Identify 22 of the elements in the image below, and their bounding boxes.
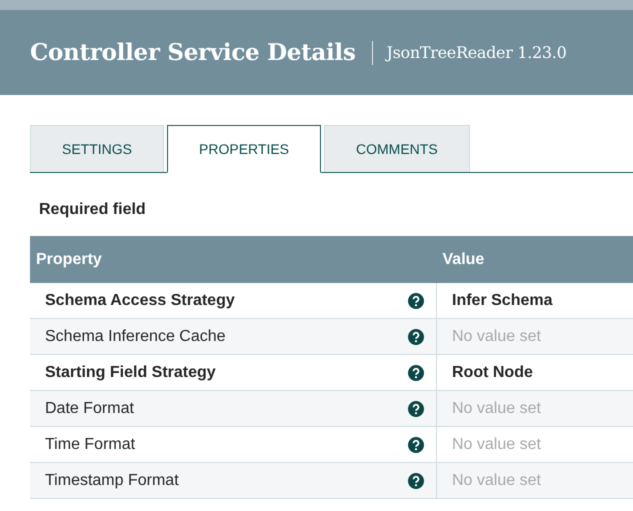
property-value[interactable]: Infer Schema xyxy=(452,292,552,308)
help-icon[interactable] xyxy=(408,364,424,380)
help-icon[interactable] xyxy=(408,292,424,308)
property-value[interactable]: Root Node xyxy=(452,364,533,380)
column-header: Property xyxy=(30,236,436,283)
property-name: Timestamp Format xyxy=(45,472,179,490)
help-icon[interactable] xyxy=(408,400,424,416)
help-icon[interactable] xyxy=(408,436,424,452)
required-note: Required field xyxy=(38,201,146,219)
property-name: Time Format xyxy=(45,436,136,454)
tab[interactable]: SETTINGS xyxy=(30,125,164,172)
property-name: Schema Access Strategy xyxy=(45,292,235,310)
column-header: Value xyxy=(436,236,633,283)
tab[interactable]: PROPERTIES xyxy=(167,125,322,173)
service-name: JsonTreeReader 1.23.0 xyxy=(386,43,566,62)
tab[interactable]: COMMENTS xyxy=(324,125,470,172)
property-name: Date Format xyxy=(45,400,134,418)
property-name: Schema Inference Cache xyxy=(45,328,226,346)
help-icon[interactable] xyxy=(408,472,424,488)
property-name: Starting Field Strategy xyxy=(45,364,216,382)
help-icon[interactable] xyxy=(408,328,424,344)
dialog-title: Controller Service Details xyxy=(30,39,356,66)
